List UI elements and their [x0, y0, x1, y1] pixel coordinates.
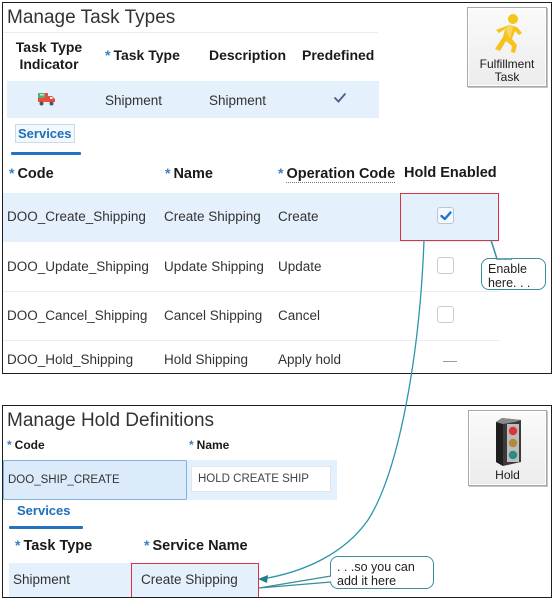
enable-here-callout: Enable here. . .	[481, 258, 546, 290]
required-asterisk: *	[105, 47, 111, 63]
fulfillment-task-label: Fulfillment Task	[479, 57, 535, 84]
traffic-light-icon	[493, 416, 525, 471]
page-title: Manage Task Types	[7, 7, 176, 28]
service-name-cell: Cancel Shipping	[164, 308, 263, 323]
row-divider	[3, 291, 499, 292]
fulfillment-task-button[interactable]: Fulfillment Task	[467, 7, 547, 87]
service-name-cell: Hold Shipping	[164, 352, 249, 367]
service-code-cell: DOO_Update_Shipping	[7, 259, 149, 274]
tab-services-underline	[11, 152, 81, 155]
shipment-truck-icon	[37, 91, 57, 112]
tab-services[interactable]: Services	[15, 124, 75, 143]
divider	[3, 32, 378, 33]
tab-services[interactable]: Services	[17, 503, 71, 518]
task-type-cell: Shipment	[13, 572, 71, 587]
name-label: * Name	[189, 438, 230, 452]
hold-enabled-highlight	[400, 193, 499, 241]
column-header-description[interactable]: Description	[209, 47, 286, 64]
add-it-here-callout: . . .so you can add it here	[330, 556, 434, 589]
operation-code-cell: Cancel	[278, 308, 321, 323]
operation-code-cell: Update	[278, 259, 322, 274]
table-row[interactable]: Shipment Shipment	[7, 81, 379, 118]
column-header-operation-code[interactable]: * Operation Code	[278, 165, 396, 183]
column-header-hold-enabled[interactable]: Hold Enabled	[404, 165, 497, 182]
predefined-check-icon	[333, 91, 347, 109]
page-title: Manage Hold Definitions	[7, 410, 215, 431]
description-cell: Shipment	[209, 93, 267, 108]
column-header-task-type[interactable]: * Task Type	[105, 47, 180, 64]
manage-task-types-panel: Manage Task Types Task Type Indicator * T…	[2, 2, 552, 374]
service-code-cell: DOO_Cancel_Shipping	[7, 308, 148, 323]
column-header-predefined[interactable]: Predefined	[302, 47, 374, 64]
column-header-task-type[interactable]: * Task Type	[15, 537, 92, 555]
name-input[interactable]: HOLD CREATE SHIP	[191, 466, 331, 492]
row-divider	[3, 241, 499, 242]
service-code-cell: DOO_Hold_Shipping	[7, 352, 134, 367]
hold-enabled-checkbox[interactable]	[437, 257, 454, 274]
task-type-cell: Shipment	[105, 93, 163, 108]
service-code-cell: DOO_Create_Shipping	[7, 209, 146, 224]
operation-code-cell: Apply hold	[278, 352, 342, 367]
column-header-name[interactable]: * Name	[165, 165, 213, 183]
operation-code-cell: Create	[278, 209, 319, 224]
code-input[interactable]: DOO_SHIP_CREATE	[3, 460, 187, 500]
service-name-highlight	[131, 563, 259, 597]
hold-button-label: Hold	[495, 468, 520, 482]
running-person-icon	[491, 13, 525, 58]
row-divider	[3, 340, 499, 341]
column-header-service-name[interactable]: * Service Name	[144, 537, 248, 555]
service-name-cell: Update Shipping	[164, 259, 264, 274]
code-label: * Code	[7, 438, 45, 452]
column-header-code[interactable]: * Code	[9, 165, 54, 183]
service-name-cell: Create Shipping	[164, 209, 261, 224]
hold-button[interactable]: Hold	[468, 410, 547, 486]
tab-services-underline	[9, 526, 83, 529]
hold-enabled-checkbox[interactable]	[437, 306, 454, 323]
manage-hold-definitions-panel: Manage Hold Definitions * Code * Name DOO_…	[2, 405, 552, 598]
column-header-task-type-indicator[interactable]: Task Type Indicator	[9, 39, 89, 73]
not-applicable-dash	[443, 361, 457, 362]
